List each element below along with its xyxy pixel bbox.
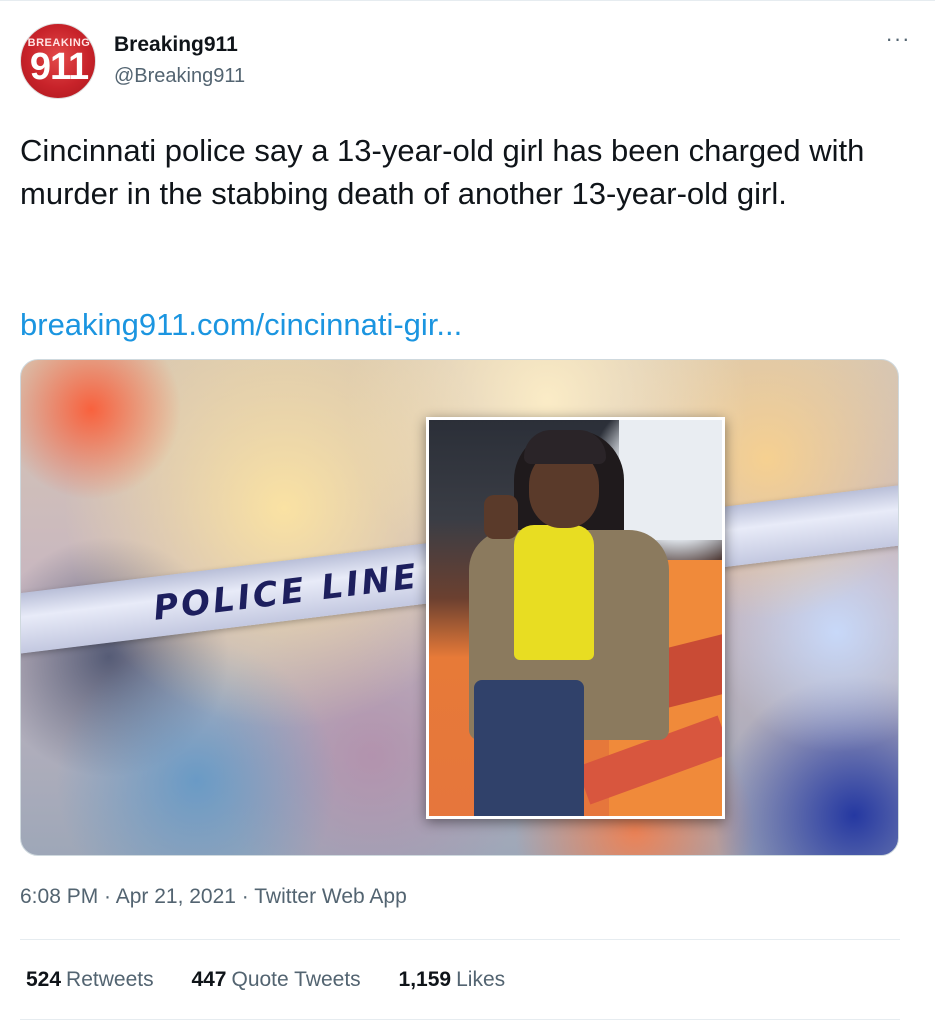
photo-shirt — [514, 525, 594, 660]
inset-photo — [426, 417, 725, 819]
photo-window — [619, 420, 722, 540]
tweet-media-image[interactable]: POLICE LINE — [20, 359, 899, 856]
retweets-count: 524 — [26, 968, 62, 991]
tweet-header: BREAKING 911 Breaking911 @Breaking911 ··… — [20, 23, 915, 103]
likes-stat[interactable]: 1,159 Likes — [399, 968, 506, 992]
divider — [20, 1019, 900, 1020]
likes-count: 1,159 — [398, 968, 452, 991]
tweet-timestamp[interactable]: 6:08 PM · Apr 21, 2021 · Twitter Web App — [20, 885, 407, 909]
photo-jeans — [474, 680, 584, 816]
tweet: BREAKING 911 Breaking911 @Breaking911 ··… — [0, 0, 935, 1024]
divider — [20, 939, 900, 940]
display-name[interactable]: Breaking911 — [114, 33, 238, 57]
retweets-label: Retweets — [66, 968, 154, 991]
photo-beanie — [524, 430, 606, 464]
tweet-stats: 524 Retweets 447 Quote Tweets 1,159 Likes — [26, 968, 537, 992]
quote-tweets-label: Quote Tweets — [231, 968, 361, 991]
tweet-text: Cincinnati police say a 13-year-old girl… — [20, 133, 865, 211]
tweet-link[interactable]: breaking911.com/cincinnati-gir... — [20, 303, 462, 346]
avatar[interactable]: BREAKING 911 — [20, 23, 96, 99]
user-handle[interactable]: @Breaking911 — [114, 65, 245, 88]
quote-tweets-stat[interactable]: 447 Quote Tweets — [191, 968, 360, 992]
avatar-number: 911 — [29, 46, 89, 88]
retweets-stat[interactable]: 524 Retweets — [26, 968, 154, 992]
photo-hand — [484, 495, 518, 539]
likes-label: Likes — [456, 968, 506, 991]
more-options-icon[interactable]: ··· — [881, 28, 915, 59]
quote-tweets-count: 447 — [191, 968, 227, 991]
police-tape-text: POLICE LINE — [151, 556, 422, 629]
